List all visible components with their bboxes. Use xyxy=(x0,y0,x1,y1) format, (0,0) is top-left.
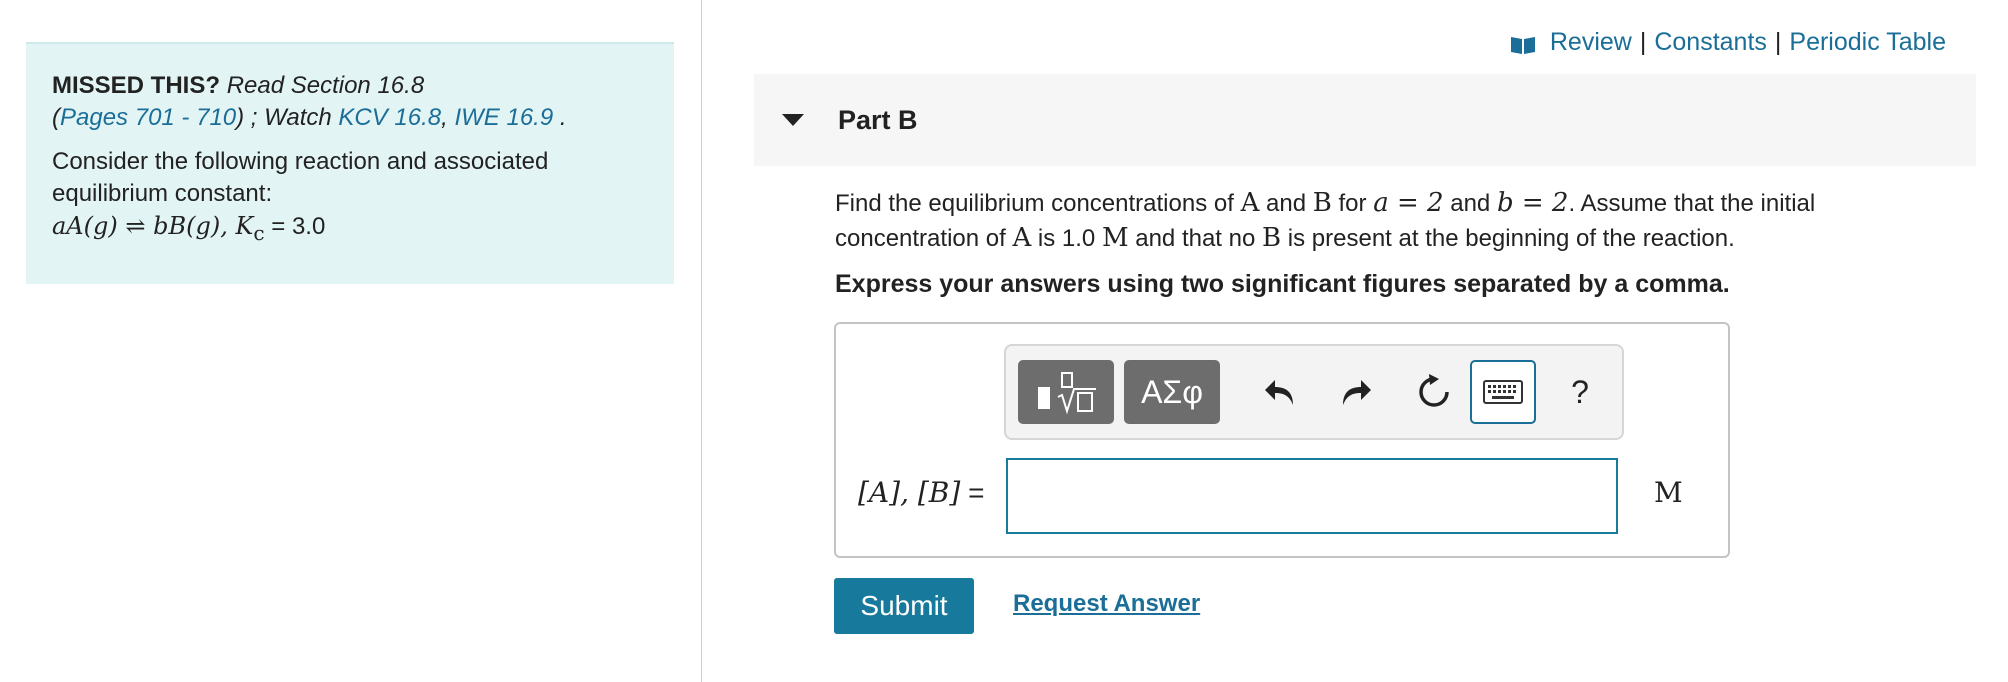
kcv-link[interactable]: KCV 16.8 xyxy=(338,104,441,131)
keyboard-icon[interactable] xyxy=(1470,360,1536,424)
answer-input[interactable] xyxy=(1006,458,1618,534)
watch-text: ) ; Watch xyxy=(236,104,332,131)
read-section-text: Read Section 16.8 xyxy=(226,72,425,99)
submit-button[interactable]: Submit xyxy=(834,578,974,634)
templates-button[interactable] xyxy=(1018,360,1114,424)
math-species-b: B xyxy=(1262,223,1282,253)
reset-icon[interactable] xyxy=(1404,360,1464,424)
redo-icon[interactable] xyxy=(1328,360,1384,424)
panel-divider xyxy=(701,0,702,682)
answer-label: [A], [B] = xyxy=(858,476,984,509)
unit-label: M xyxy=(1654,476,1683,509)
math-b-value: b = 2 xyxy=(1496,188,1569,218)
math-toolbar: ΑΣφ ? xyxy=(1004,344,1624,440)
question-fragment: Find the equilibrium concentrations of xyxy=(835,190,1241,217)
math-species-b: B xyxy=(1312,188,1332,218)
link-separator: | xyxy=(1774,28,1782,56)
templates-icon xyxy=(1038,372,1096,415)
kc-subscript: c xyxy=(253,220,265,245)
question-fragment: and that no xyxy=(1128,225,1263,252)
help-button[interactable]: ? xyxy=(1552,360,1608,424)
link-separator: | xyxy=(1639,28,1647,56)
question-fragment: is present at the beginning of the react… xyxy=(1281,225,1735,252)
pages-link[interactable]: Pages 701 - 710 xyxy=(60,104,236,131)
math-species-a: A xyxy=(1240,188,1260,218)
math-a-value: a = 2 xyxy=(1373,188,1444,218)
math-species-a: A xyxy=(1012,223,1032,253)
answer-variables: [A], [B] xyxy=(858,476,961,509)
reaction-equation: aA(g) ⇌ bB(g), Kc = 3.0 xyxy=(52,210,648,249)
periodic-table-link[interactable]: Periodic Table xyxy=(1789,28,1946,57)
question-fragment: for xyxy=(1331,190,1374,217)
book-icon xyxy=(1510,33,1536,54)
missed-this-label: MISSED THIS? xyxy=(52,72,221,99)
comma-text: , xyxy=(441,104,448,131)
question-fragment: and xyxy=(1443,190,1497,217)
math-unit-molar: M xyxy=(1101,223,1129,253)
question-fragment: and xyxy=(1259,190,1313,217)
undo-icon[interactable] xyxy=(1252,360,1308,424)
question-text: Find the equilibrium concentrations of A… xyxy=(835,186,1935,256)
iwe-link[interactable]: IWE 16.9 xyxy=(454,104,553,131)
greek-symbols-button[interactable]: ΑΣφ xyxy=(1124,360,1220,424)
period-text: . xyxy=(553,104,567,131)
part-header[interactable]: Part B xyxy=(754,74,1976,166)
kc-symbol: K xyxy=(235,212,254,240)
constants-link[interactable]: Constants xyxy=(1654,28,1767,57)
reaction-text: aA(g) ⇌ bB(g), xyxy=(52,212,236,240)
paren-open: ( xyxy=(52,104,60,131)
answer-instruction: Express your answers using two significa… xyxy=(835,270,1730,298)
caret-down-icon[interactable] xyxy=(782,114,804,126)
resource-links: Review | Constants | Periodic Table xyxy=(1510,28,1946,57)
question-fragment: is 1.0 xyxy=(1031,225,1102,252)
missed-this-panel: MISSED THIS? Read Section 16.8 (Pages 70… xyxy=(26,42,674,284)
references-line: (Pages 701 - 710) ; Watch KCV 16.8, IWE … xyxy=(52,102,648,134)
request-answer-link[interactable]: Request Answer xyxy=(1013,590,1200,618)
part-title: Part B xyxy=(838,104,918,135)
kc-value: = 3.0 xyxy=(264,213,326,240)
answer-equals: = xyxy=(960,477,985,508)
review-link[interactable]: Review xyxy=(1550,28,1632,57)
missed-this-line: MISSED THIS? Read Section 16.8 xyxy=(52,70,648,102)
problem-intro: Consider the following reaction and asso… xyxy=(52,148,549,207)
